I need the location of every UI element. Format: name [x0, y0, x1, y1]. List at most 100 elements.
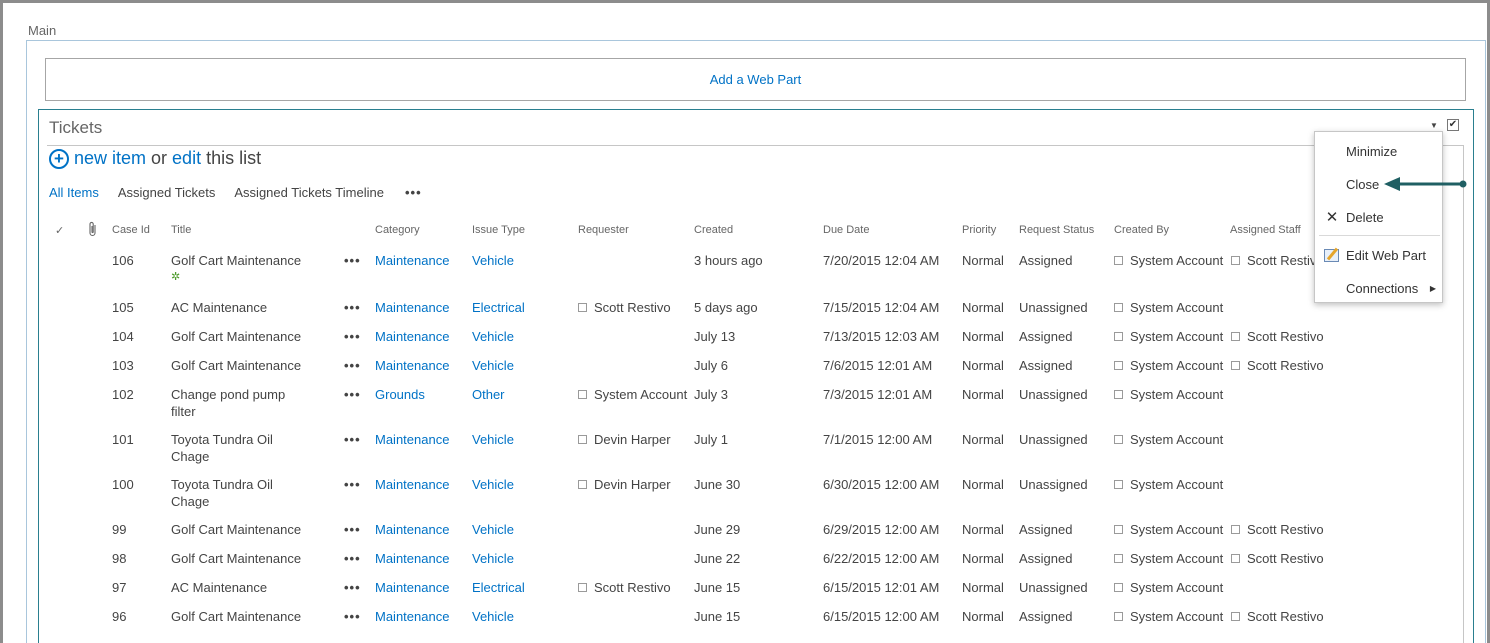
- title-cell[interactable]: Golf Cart Maintenance: [171, 357, 311, 374]
- category-link[interactable]: Maintenance: [375, 579, 449, 596]
- item-menu-ellipsis-icon[interactable]: •••: [344, 608, 361, 625]
- requester-name[interactable]: Scott Restivo: [594, 579, 671, 596]
- created-by-cell[interactable]: System Account: [1114, 579, 1223, 596]
- assigned-staff-name[interactable]: Scott Restivo: [1247, 252, 1324, 269]
- title-text[interactable]: Golf Cart Maintenance: [171, 253, 301, 268]
- assigned-staff-name[interactable]: Scott Restivo: [1247, 550, 1324, 567]
- created-by-name[interactable]: System Account: [1130, 476, 1223, 493]
- category-link[interactable]: Grounds: [375, 386, 425, 403]
- menu-item-minimize[interactable]: Minimize: [1315, 138, 1442, 164]
- title-cell[interactable]: Golf Cart Maintenance ✲: [171, 252, 311, 286]
- title-cell[interactable]: Golf Cart Maintenance: [171, 608, 311, 625]
- category-link[interactable]: Maintenance: [375, 328, 449, 345]
- item-menu-ellipsis-icon[interactable]: •••: [344, 579, 361, 596]
- category-link[interactable]: Maintenance: [375, 252, 449, 269]
- issue-type-link[interactable]: Vehicle: [472, 476, 514, 493]
- issue-type-link[interactable]: Vehicle: [472, 521, 514, 538]
- issue-type-link[interactable]: Vehicle: [472, 608, 514, 625]
- column-due-date[interactable]: Due Date: [823, 224, 869, 236]
- menu-item-delete[interactable]: ✕ Delete: [1315, 204, 1442, 230]
- created-by-name[interactable]: System Account: [1130, 357, 1223, 374]
- requester-name[interactable]: Devin Harper: [594, 476, 671, 493]
- view-assigned-tickets-timeline[interactable]: Assigned Tickets Timeline: [234, 185, 384, 200]
- created-by-name[interactable]: System Account: [1130, 579, 1223, 596]
- category-link[interactable]: Maintenance: [375, 299, 449, 316]
- column-created-by[interactable]: Created By: [1114, 224, 1169, 236]
- item-menu-ellipsis-icon[interactable]: •••: [344, 357, 361, 374]
- created-by-name[interactable]: System Account: [1130, 299, 1223, 316]
- assigned-staff-cell[interactable]: Scott Restivo: [1231, 521, 1324, 538]
- requester-cell[interactable]: System Account: [578, 386, 687, 403]
- column-category[interactable]: Category: [375, 224, 420, 236]
- created-by-cell[interactable]: System Account: [1114, 299, 1223, 316]
- issue-type-link[interactable]: Other: [472, 386, 505, 403]
- more-views-ellipsis-icon[interactable]: •••: [405, 185, 422, 200]
- requester-name[interactable]: System Account: [594, 386, 687, 403]
- created-by-cell[interactable]: System Account: [1114, 252, 1223, 269]
- category-link[interactable]: Maintenance: [375, 476, 449, 493]
- created-by-cell[interactable]: System Account: [1114, 608, 1223, 625]
- column-title[interactable]: Title: [171, 224, 191, 236]
- item-menu-ellipsis-icon[interactable]: •••: [344, 550, 361, 567]
- created-by-cell[interactable]: System Account: [1114, 476, 1223, 493]
- assigned-staff-name[interactable]: Scott Restivo: [1247, 521, 1324, 538]
- issue-type-link[interactable]: Vehicle: [472, 431, 514, 448]
- created-by-name[interactable]: System Account: [1130, 386, 1223, 403]
- web-part-title[interactable]: Tickets: [49, 118, 102, 138]
- column-requester[interactable]: Requester: [578, 224, 629, 236]
- title-cell[interactable]: Change pond pump filter: [171, 386, 311, 420]
- assigned-staff-cell[interactable]: Scott Restivo: [1231, 608, 1324, 625]
- created-by-cell[interactable]: System Account: [1114, 521, 1223, 538]
- created-by-cell[interactable]: System Account: [1114, 550, 1223, 567]
- add-circle-icon[interactable]: +: [49, 148, 69, 169]
- category-link[interactable]: Maintenance: [375, 431, 449, 448]
- add-web-part-button[interactable]: Add a Web Part: [45, 58, 1466, 101]
- menu-item-edit-web-part[interactable]: Edit Web Part: [1315, 242, 1442, 268]
- column-case-id[interactable]: Case Id: [112, 224, 150, 236]
- title-cell[interactable]: Toyota Tundra Oil Chage: [171, 476, 291, 510]
- category-link[interactable]: Maintenance: [375, 608, 449, 625]
- issue-type-link[interactable]: Electrical: [472, 579, 525, 596]
- category-link[interactable]: Maintenance: [375, 550, 449, 567]
- item-menu-ellipsis-icon[interactable]: •••: [344, 299, 361, 316]
- title-cell[interactable]: Golf Cart Maintenance: [171, 328, 311, 345]
- created-by-name[interactable]: System Account: [1130, 521, 1223, 538]
- created-by-name[interactable]: System Account: [1130, 252, 1223, 269]
- menu-item-connections[interactable]: Connections ▶: [1315, 275, 1442, 301]
- assigned-staff-name[interactable]: Scott Restivo: [1247, 608, 1324, 625]
- column-request-status[interactable]: Request Status: [1019, 224, 1094, 236]
- column-created[interactable]: Created: [694, 224, 733, 236]
- issue-type-link[interactable]: Electrical: [472, 299, 525, 316]
- requester-cell[interactable]: Devin Harper: [578, 476, 671, 493]
- web-part-select-checkbox[interactable]: ✔: [1447, 119, 1459, 131]
- view-all-items[interactable]: All Items: [49, 185, 99, 200]
- web-part-menu-arrow-icon[interactable]: ▼: [1430, 121, 1438, 130]
- assigned-staff-cell[interactable]: Scott Restivo: [1231, 252, 1324, 269]
- requester-name[interactable]: Devin Harper: [594, 431, 671, 448]
- created-by-name[interactable]: System Account: [1130, 431, 1223, 448]
- column-issue-type[interactable]: Issue Type: [472, 224, 525, 236]
- created-by-name[interactable]: System Account: [1130, 328, 1223, 345]
- assigned-staff-cell[interactable]: Scott Restivo: [1231, 357, 1324, 374]
- title-cell[interactable]: Toyota Tundra Oil Chage: [171, 431, 291, 465]
- created-by-cell[interactable]: System Account: [1114, 328, 1223, 345]
- new-item-link[interactable]: new item: [74, 148, 146, 169]
- created-by-cell[interactable]: System Account: [1114, 386, 1223, 403]
- edit-list-link[interactable]: edit: [172, 148, 201, 169]
- item-menu-ellipsis-icon[interactable]: •••: [344, 386, 361, 403]
- issue-type-link[interactable]: Vehicle: [472, 252, 514, 269]
- title-cell[interactable]: AC Maintenance: [171, 299, 311, 316]
- item-menu-ellipsis-icon[interactable]: •••: [344, 431, 361, 448]
- created-by-name[interactable]: System Account: [1130, 608, 1223, 625]
- created-by-name[interactable]: System Account: [1130, 550, 1223, 567]
- assigned-staff-cell[interactable]: Scott Restivo: [1231, 550, 1324, 567]
- title-cell[interactable]: Golf Cart Maintenance: [171, 550, 311, 567]
- item-menu-ellipsis-icon[interactable]: •••: [344, 328, 361, 345]
- requester-cell[interactable]: Devin Harper: [578, 431, 671, 448]
- category-link[interactable]: Maintenance: [375, 357, 449, 374]
- paperclip-icon[interactable]: [88, 221, 98, 240]
- assigned-staff-name[interactable]: Scott Restivo: [1247, 328, 1324, 345]
- title-cell[interactable]: AC Maintenance: [171, 579, 311, 596]
- item-menu-ellipsis-icon[interactable]: •••: [344, 476, 361, 493]
- column-priority[interactable]: Priority: [962, 224, 996, 236]
